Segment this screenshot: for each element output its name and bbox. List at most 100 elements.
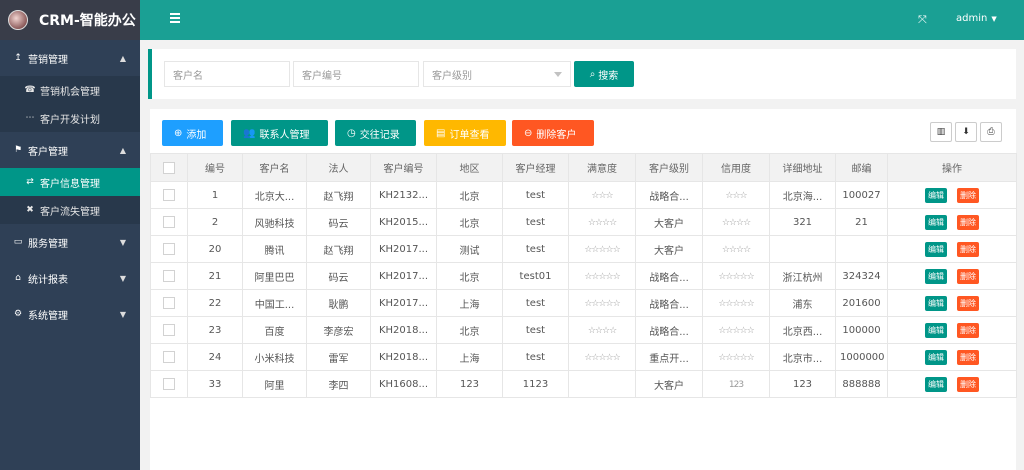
col-header[interactable]: 详细地址 [769,153,836,182]
row-checkbox[interactable] [150,235,188,263]
delete-button[interactable]: 删除 [957,376,979,392]
customer-level-select[interactable]: 客户级别 [423,61,571,87]
row-checkbox[interactable] [150,289,188,317]
delete-button[interactable]: 删除 [957,268,979,284]
col-header[interactable]: 信用度 [702,153,770,182]
delete-button[interactable]: 删除 [957,241,979,257]
columns-filter-icon[interactable]: ▥ [930,122,952,142]
sidebar-item[interactable]: ⋯ 客户开发计划 [0,104,140,132]
records-button-label: 交往记录 [359,129,400,141]
col-header[interactable]: 客户编号 [370,153,437,182]
edit-button[interactable]: 编辑 [925,268,947,284]
menu-toggle-icon[interactable] [170,13,182,23]
edit-button[interactable]: 编辑 [925,214,947,230]
customer-code-input[interactable]: 客户编号 [293,61,419,87]
table-cell: 24 [187,343,243,371]
actions-cell: 编辑 删除 [887,235,1017,263]
delete-button[interactable]: 删除 [957,295,979,311]
table-cell: 战略合... [635,262,703,290]
table-row[interactable]: 2 风驰科技 码云 KH2015... 北京 test ☆☆☆☆ 大客户 ☆☆☆☆ 321 21 编辑… [150,208,1017,236]
cell-text: 21 [208,270,222,282]
edit-button[interactable]: 编辑 [925,295,947,311]
col-header[interactable]: 邮编 [835,153,888,182]
cell-text: 1 [211,189,219,201]
table-row[interactable]: 24 小米科技 雷军 KH2018... 上海 test ☆☆☆☆☆ 重点开... ☆☆☆☆☆ 北… [150,343,1017,371]
delete-customer-button[interactable]: ⊖ 删除客户 [512,120,594,146]
cell-text: ☆☆☆☆ [721,217,751,228]
edit-button[interactable]: 编辑 [925,376,947,392]
cell-text: KH1608... [378,378,429,390]
table-cell: 浦东 [769,289,836,317]
row-checkbox[interactable] [150,181,188,209]
edit-button[interactable]: 编辑 [925,349,947,365]
cell-text: 浦东 [792,299,813,311]
table-cell: 赵飞翔 [306,235,371,263]
search-button[interactable]: ⌕ 搜索 [574,61,634,87]
records-button[interactable]: ◷ 交往记录 [335,120,416,146]
col-header[interactable]: 编号 [187,153,243,182]
customer-name-input[interactable]: 客户名 [164,61,290,87]
table-row[interactable]: 23 百度 李彦宏 KH2018... 北京 test ☆☆☆☆ 战略合... ☆☆☆☆☆ 北京西… [150,316,1017,344]
nav-group-4[interactable]: ⚙ 系统管理 ▼ [0,296,140,332]
table-cell: 大客户 [635,208,703,236]
orders-button[interactable]: ▤ 订单查看 [424,120,506,146]
table-cell: 阿里巴巴 [242,262,307,290]
table-cell: 上海 [436,343,503,371]
table-cell: ☆☆☆☆☆ [568,289,636,317]
delete-button[interactable]: 删除 [957,322,979,338]
customer-table: 编号 客户名 法人 客户编号 地区 客户经理 满意度 客户级别 信用度 详细地址… [150,153,1017,398]
table-cell: 风驰科技 [242,208,307,236]
nav-group-icon: ▭ [13,237,23,247]
table-cell: test [502,235,569,263]
select-all-checkbox[interactable] [150,153,188,182]
delete-button[interactable]: 删除 [957,214,979,230]
contacts-button[interactable]: 👥 联系人管理 [231,120,328,146]
table-cell: 上海 [436,289,503,317]
delete-button[interactable]: 删除 [957,349,979,365]
cell-text: 北京大... [254,191,295,203]
nav-group-0[interactable]: ↥ 营销管理 ▲ [0,40,140,76]
table-cell: 北京 [436,208,503,236]
col-header[interactable]: 客户名 [242,153,307,182]
cell-text: 重点开... [649,353,689,365]
col-header[interactable]: 客户级别 [635,153,703,182]
table-cell: ☆☆☆☆ [702,208,770,236]
sidebar-item-label: 营销机会管理 [40,86,100,98]
print-icon[interactable]: ⎙ [980,122,1002,142]
cell-text: 100000 [842,324,881,336]
row-checkbox[interactable] [150,343,188,371]
nav-group-2[interactable]: ▭ 服务管理 ▼ [0,224,140,260]
edit-button[interactable]: 编辑 [925,187,947,203]
minus-circle-icon: ⊖ [524,127,533,139]
table-row[interactable]: 33 阿里 李四 KH1608... 123 1123 大客户 123 123 888888 编辑删… [150,370,1017,398]
table-row[interactable]: 22 中国工... 耿鹏 KH2017... 上海 test ☆☆☆☆☆ 战略合... ☆☆☆☆… [150,289,1017,317]
col-header[interactable]: 法人 [306,153,371,182]
sidebar: CRM-智能办公 ↥ 营销管理 ▲ ☎ 营销机会管理 ⋯ 客户开发计划 ⚑ 客户管理 ▲ ⇄ 客户信息… [0,0,140,470]
table-cell: 21 [187,262,243,290]
nav-group-1[interactable]: ⚑ 客户管理 ▲ [0,132,140,168]
table-row[interactable]: 1 北京大... 赵飞翔 KH2132... 北京 test ☆☆☆ 战略合... ☆☆☆ 北京海… [150,181,1017,209]
col-header[interactable]: 客户经理 [502,153,569,182]
sidebar-item[interactable]: ✖ 客户流失管理 [0,196,140,224]
row-checkbox[interactable] [150,370,188,398]
table-row[interactable]: 21 阿里巴巴 码云 KH2017... 北京 test01 ☆☆☆☆☆ 战略合... ☆☆☆☆… [150,262,1017,290]
row-checkbox[interactable] [150,208,188,236]
delete-button[interactable]: 删除 [957,187,979,203]
nav-group-3[interactable]: ⌂ 统计报表 ▼ [0,260,140,296]
table-cell: 李彦宏 [306,316,371,344]
export-icon[interactable]: ⬇ [955,122,977,142]
table-cell: ☆☆☆☆ [702,235,770,263]
table-row[interactable]: 20 腾讯 赵飞翔 KH2017... 测试 test ☆☆☆☆☆ 大客户 ☆☆☆☆ 编辑 删除 [150,235,1017,263]
row-checkbox[interactable] [150,262,188,290]
col-header[interactable]: 地区 [436,153,503,182]
sidebar-item[interactable]: ☎ 营销机会管理 [0,76,140,104]
edit-button[interactable]: 编辑 [925,241,947,257]
col-header[interactable]: 满意度 [568,153,636,182]
row-checkbox[interactable] [150,316,188,344]
sidebar-item[interactable]: ⇄ 客户信息管理 [0,168,140,196]
user-menu[interactable]: admin ▼ [956,13,997,24]
add-button[interactable]: ⊕ 添加 [162,120,223,146]
table-cell: KH2018... [370,316,437,344]
fullscreen-icon[interactable]: ⤧ [918,13,927,27]
edit-button[interactable]: 编辑 [925,322,947,338]
